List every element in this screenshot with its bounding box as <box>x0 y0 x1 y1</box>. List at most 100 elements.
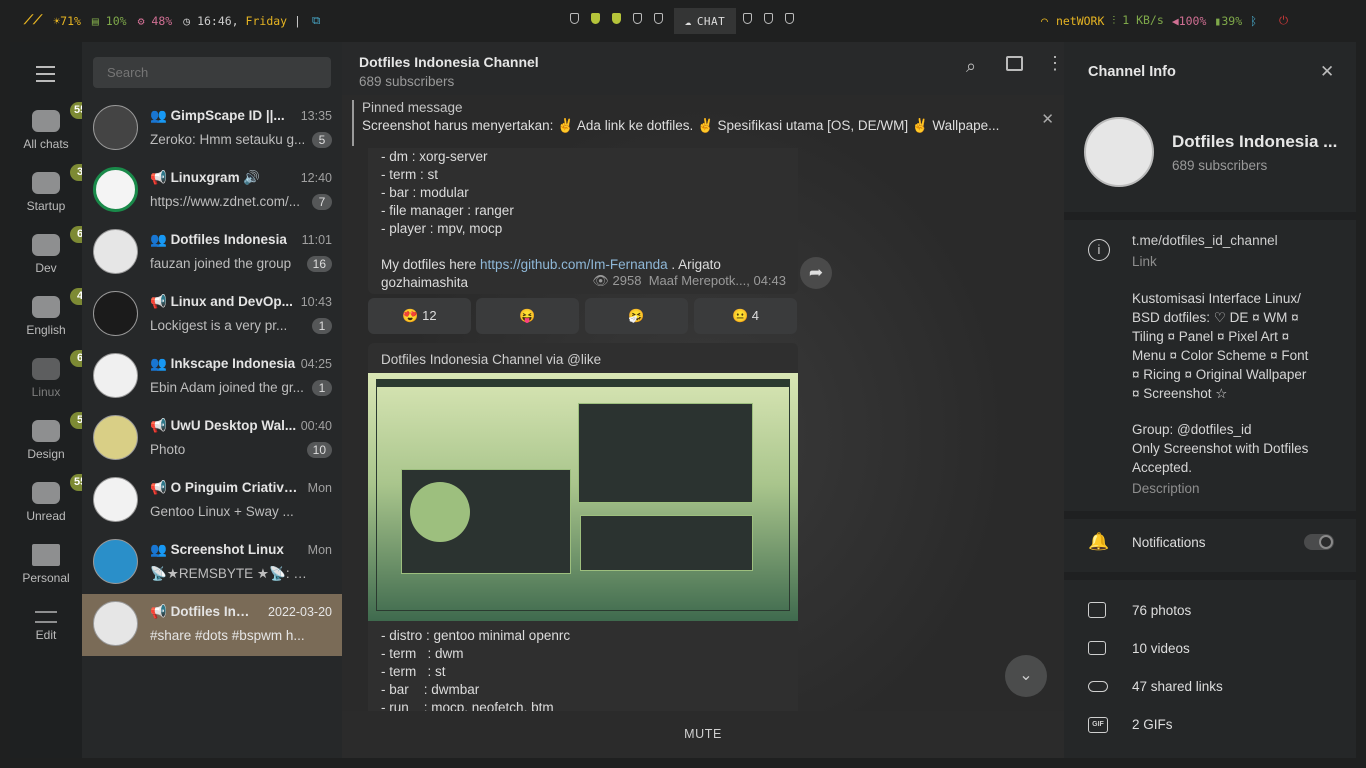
workspace-7-icon[interactable] <box>743 13 752 24</box>
scroll-down-icon[interactable]: ⌄ <box>1005 655 1047 697</box>
divider <box>1064 212 1356 220</box>
chat-preview: https://www.zdnet.com/... <box>150 194 301 209</box>
channel-subscribers: 689 subscribers <box>1172 158 1268 173</box>
dotfiles-link[interactable]: https://github.com/Im-Fernanda <box>480 257 668 272</box>
chat-row[interactable]: 📢 O Pinguim Criativo... Mon Gentoo Linux +… <box>82 470 342 532</box>
chat-row[interactable]: 📢 Linuxgram 🔊 12:40 https://www.zdnet.com/… <box>82 160 342 222</box>
channel-avatar[interactable] <box>1084 117 1154 187</box>
chat-view: Dotfiles Indonesia Channel 689 subscribe… <box>342 42 1064 758</box>
pinned-message[interactable]: Pinned message Screenshot harus menyerta… <box>352 100 1060 146</box>
system-stats: ⟋⟋ ☀71% ▤ 10% ⚙ 48% ◷ 16:46, Friday | ⧉ <box>24 13 320 28</box>
unread-icon: 55 <box>32 474 91 504</box>
chats-icon: 55 <box>32 102 91 132</box>
divider <box>1064 572 1356 580</box>
power-icon[interactable]: ⏻ <box>1279 13 1288 28</box>
chat-row[interactable]: 📢 UwU Desktop Wal... 00:40 Photo 10 <box>82 408 342 470</box>
message-line: - term : dwm <box>381 646 464 661</box>
media-gifs[interactable]: 2 GIFs <box>1132 717 1173 732</box>
more-icon[interactable]: ⋮ <box>1046 54 1064 72</box>
workspace-chat[interactable]: ☁ CHAT <box>674 8 736 34</box>
reaction-button[interactable]: 🤧 <box>585 298 688 334</box>
telegram-window: 55 All chats 3 Startup 6 Dev 4 English 6 Linu… <box>10 42 1356 758</box>
chat-row[interactable]: 👥 Dotfiles Indonesia 11:01 fauzan joined t… <box>82 222 342 284</box>
folder-personal[interactable]: Personal <box>10 544 82 585</box>
search-icon[interactable]: ⌕ <box>966 56 976 77</box>
chat-row[interactable]: 📢 Linux and DevOp... 10:43 Lockigest is a … <box>82 284 342 346</box>
message-line: - file manager : ranger <box>381 203 514 218</box>
avatar <box>93 477 138 522</box>
battery-stat: ▮39% <box>1214 13 1243 28</box>
flower-icon: 5 <box>32 412 90 442</box>
close-icon[interactable]: ✕ <box>1320 62 1334 82</box>
chat-preview: fauzan joined the group <box>150 256 292 271</box>
group-handle[interactable]: Group: @dotfiles_id <box>1132 422 1252 437</box>
message-line: - dm : xorg-server <box>381 149 488 164</box>
notifications-toggle[interactable] <box>1304 534 1334 550</box>
bell-icon: 🔔 <box>1088 532 1110 551</box>
mute-button[interactable]: MUTE <box>342 711 1064 758</box>
chat-title: 📢 UwU Desktop Wal... <box>150 418 297 433</box>
folder-all-chats[interactable]: 55 All chats <box>10 102 91 151</box>
description-line: Only Screenshot with Dotfiles <box>1132 441 1309 456</box>
message-line: - term : st <box>381 664 446 679</box>
bluetooth-icon[interactable]: ᛒ <box>1250 14 1257 28</box>
folder-unread[interactable]: 55 Unread <box>10 474 91 523</box>
workspace-2-icon[interactable] <box>591 13 600 24</box>
workspace-3-icon[interactable] <box>612 13 621 24</box>
logo-icon[interactable]: ⟋⟋ <box>24 13 42 28</box>
workspace-1-icon[interactable] <box>570 13 579 24</box>
chat-preview: Ebin Adam joined the gr... <box>150 380 304 395</box>
chat-time: Mon <box>307 481 332 495</box>
message-line: - distro : gentoo minimal openrc <box>381 628 571 643</box>
reaction-button[interactable]: 😍 12 <box>368 298 471 334</box>
folder-edit[interactable]: Edit <box>10 606 82 642</box>
folder-design[interactable]: 5 Design <box>10 412 90 461</box>
message-text: - distro : gentoo minimal openrc - term … <box>381 627 570 717</box>
message-meta: 👁 2958 Maaf Merepotk..., 04:43 <box>592 273 786 288</box>
chat-row-selected[interactable]: 📢 Dotfiles Ind... 2022-03-20 #share #dots … <box>82 594 342 656</box>
media-links[interactable]: 47 shared links <box>1132 679 1223 694</box>
chat-title: 📢 O Pinguim Criativo... <box>150 480 300 495</box>
workspace-9-icon[interactable] <box>785 13 794 24</box>
chat-bubble-icon: ☁ <box>684 14 692 28</box>
channel-link[interactable]: t.me/dotfiles_id_channel <box>1132 233 1278 248</box>
screenshot-image[interactable] <box>368 373 798 621</box>
message-bubble: - dm : xorg-server - term : st - bar : m… <box>368 148 798 294</box>
forward-icon[interactable]: ➦ <box>800 257 832 289</box>
chat-header[interactable]: Dotfiles Indonesia Channel 689 subscribe… <box>342 42 1064 95</box>
media-photos[interactable]: 76 photos <box>1132 603 1191 618</box>
volume-stat[interactable]: ◀100% <box>1172 14 1207 28</box>
temp-stat: ⚙ 48% <box>137 13 173 28</box>
chat-list: 👥 GimpScape ID ||... 13:35 Zeroko: Hmm set… <box>82 42 342 758</box>
close-pinned-icon[interactable]: ✕ <box>1041 110 1054 128</box>
folder-linux[interactable]: 6 Linux <box>10 350 90 399</box>
workspace-8-icon[interactable] <box>764 13 773 24</box>
avatar <box>93 291 138 336</box>
unread-count: 10 <box>306 442 332 458</box>
media-videos[interactable]: 10 videos <box>1132 641 1190 656</box>
chat-row[interactable]: 👥 GimpScape ID ||... 13:35 Zeroko: Hmm set… <box>82 98 342 160</box>
menu-icon[interactable] <box>36 66 55 87</box>
copy-icon[interactable]: ⧉ <box>312 13 320 28</box>
photo-icon <box>1088 602 1106 618</box>
image-neofetch <box>401 469 571 574</box>
folder-sidebar: 55 All chats 3 Startup 6 Dev 4 English 6 Linu… <box>10 42 91 758</box>
unread-count: 5 <box>312 132 332 148</box>
image-terminal <box>578 403 753 503</box>
workspace-4-icon[interactable] <box>633 13 642 24</box>
workspace-5-icon[interactable] <box>654 13 663 24</box>
wifi-icon[interactable]: ◠ <box>1041 14 1048 28</box>
chat-time: Mon <box>307 543 332 557</box>
reaction-button[interactable]: 😝 <box>476 298 579 334</box>
sidebar-toggle-icon[interactable] <box>1006 56 1023 71</box>
reaction-button[interactable]: 😐 4 <box>694 298 797 334</box>
chat-row[interactable]: 👥 Inkscape Indonesia 04:25 Ebin Adam joine… <box>82 346 342 408</box>
folder-startup[interactable]: 3 Startup <box>10 164 90 213</box>
folder-english[interactable]: 4 English <box>10 288 90 337</box>
panel-title: Channel Info <box>1088 64 1176 80</box>
folder-dev[interactable]: 6 Dev <box>10 226 90 275</box>
search-input[interactable] <box>93 57 331 88</box>
avatar <box>93 105 138 150</box>
chat-row[interactable]: 👥 Screenshot Linux Mon 📡★REMSBYTE ★📡: Scre… <box>82 532 342 594</box>
chat-time: 10:43 <box>300 295 332 309</box>
